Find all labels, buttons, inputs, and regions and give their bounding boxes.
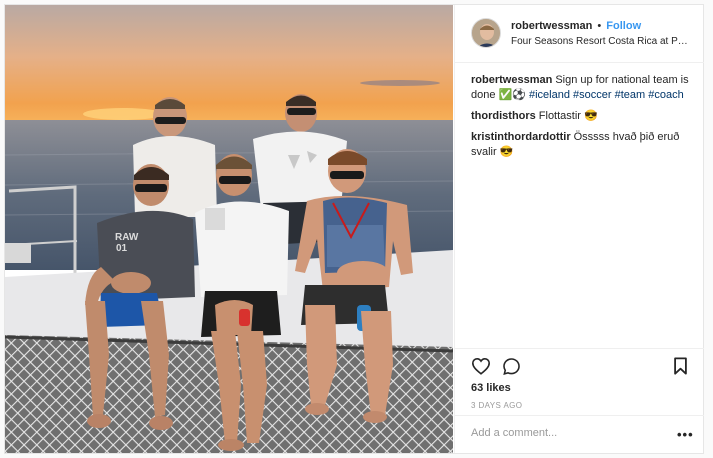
- post-side-panel: robertwessman • Follow Four Seasons Reso…: [454, 5, 704, 453]
- caption-username[interactable]: robertwessman: [471, 74, 552, 86]
- hashtag-link[interactable]: #soccer: [573, 89, 612, 101]
- location-link[interactable]: Four Seasons Resort Costa Rica at Penins…: [511, 36, 691, 47]
- bookmark-icon: [674, 357, 687, 375]
- shirt-print-2: 01: [116, 243, 128, 254]
- hashtag-link[interactable]: #coach: [648, 89, 683, 101]
- likes-count[interactable]: 63 likes: [471, 382, 511, 394]
- comments-list: robertwessman Sign up for national team i…: [471, 73, 691, 166]
- like-button[interactable]: [471, 357, 491, 380]
- post-actions: 63 likes 3 DAYS AGO •••: [455, 348, 704, 453]
- add-comment-section: •••: [455, 415, 704, 454]
- header-separator: •: [597, 20, 602, 32]
- save-button[interactable]: [673, 357, 688, 380]
- instagram-post: RAW 01 robertwessman • Follow Four Seaso…: [4, 4, 704, 454]
- comment-input[interactable]: [471, 427, 661, 439]
- comment-username[interactable]: thordisthors: [471, 110, 536, 122]
- comment-item: thordisthors Flottastir 😎: [471, 109, 691, 124]
- comment-username[interactable]: kristinthordardottir: [471, 131, 571, 143]
- post-image: RAW 01: [5, 5, 453, 453]
- avatar[interactable]: [471, 18, 501, 48]
- hashtag-link[interactable]: #iceland: [529, 89, 570, 101]
- post-photo[interactable]: RAW 01: [5, 5, 453, 453]
- hashtag-link[interactable]: #team: [615, 89, 646, 101]
- avatar-image: [472, 19, 500, 47]
- follow-button[interactable]: Follow: [606, 20, 641, 32]
- header-username[interactable]: robertwessman: [511, 20, 592, 32]
- more-options-button[interactable]: •••: [677, 427, 694, 442]
- post-header: robertwessman • Follow Four Seasons Reso…: [455, 5, 704, 63]
- comment-item: kristinthordardottir Össsss hvað þið eruð…: [471, 130, 691, 160]
- header-user-line: robertwessman • Follow: [511, 20, 641, 32]
- comment-button[interactable]: [502, 357, 521, 381]
- caption: robertwessman Sign up for national team i…: [471, 73, 691, 103]
- comment-bubble-icon: [503, 358, 520, 375]
- comment-text: Flottastir 😎: [538, 110, 598, 122]
- heart-icon: [471, 357, 491, 375]
- post-timestamp[interactable]: 3 DAYS AGO: [471, 401, 522, 410]
- shirt-print-1: RAW: [115, 232, 139, 243]
